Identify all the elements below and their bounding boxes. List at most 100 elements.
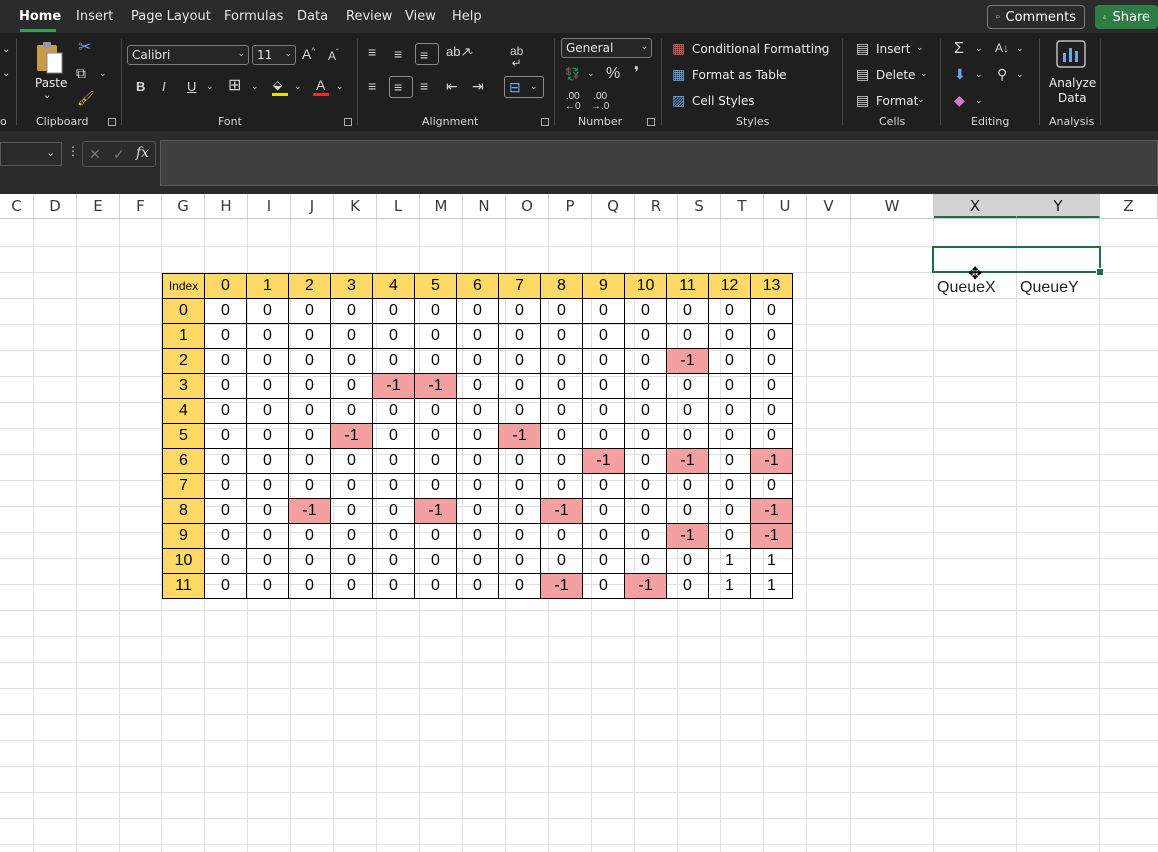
table-cell[interactable]: 0 [414,473,457,499]
number-launcher-icon[interactable] [647,118,655,126]
font-color-icon[interactable]: A [313,78,329,97]
table-cell[interactable]: 0 [540,473,583,499]
table-cell[interactable]: 0 [582,498,625,524]
table-cell[interactable]: 0 [372,398,415,424]
column-header-u[interactable]: U [764,194,807,218]
table-cell[interactable]: 0 [624,423,667,449]
percent-icon[interactable]: % [606,66,620,82]
table-cell[interactable]: 0 [330,348,373,374]
copy-icon[interactable]: ⧉ [76,66,86,80]
table-cell[interactable]: -1 [330,423,373,449]
font-launcher-icon[interactable] [344,118,352,126]
column-header-i[interactable]: I [248,194,291,218]
italic-icon[interactable]: I [162,80,166,93]
decrease-indent-icon[interactable]: ⇤ [446,79,458,93]
chevron-down-icon[interactable]: ⌄ [251,82,259,91]
increase-decimal-icon[interactable]: .00 ←0 [565,92,581,112]
middle-align-icon[interactable]: ≡ [394,47,402,61]
column-header-z[interactable]: Z [1100,194,1158,218]
chevron-down-icon[interactable]: ⌄ [587,69,595,78]
increase-indent-icon[interactable]: ⇥ [472,79,484,93]
table-cell[interactable]: 0 [498,298,541,324]
table-cell[interactable]: 0 [666,423,709,449]
table-cell[interactable]: 0 [582,573,625,599]
table-cell[interactable]: 0 [414,523,457,549]
chevron-down-icon[interactable]: ⌄ [1016,44,1024,53]
table-cell[interactable]: 0 [414,573,457,599]
row-index-cell[interactable]: 8 [162,498,205,524]
format-cells-button[interactable]: ▤ Format ⌄ [856,92,928,110]
table-cell[interactable]: 0 [246,573,289,599]
table-cell[interactable]: 0 [414,323,457,349]
table-cell[interactable]: -1 [540,498,583,524]
column-header-y[interactable]: Y [1017,194,1100,218]
tab-help[interactable]: Help [452,9,482,24]
table-cell[interactable]: 0 [498,548,541,574]
column-header-p[interactable]: P [549,194,592,218]
table-cell[interactable]: 0 [498,373,541,399]
column-header-g[interactable]: G [162,194,205,218]
table-cell[interactable]: 0 [330,573,373,599]
chevron-down-icon[interactable]: ⌄ [975,96,983,105]
table-cell[interactable]: 0 [456,298,499,324]
table-cell[interactable]: -1 [666,448,709,474]
table-cell[interactable]: 0 [708,423,751,449]
insert-cells-button[interactable]: ▤ Insert ⌄ [856,40,926,58]
sort-filter-icon[interactable]: A↓ [995,42,1009,54]
queue-x-cell[interactable]: QueueX [937,279,996,297]
column-header-r[interactable]: R [635,194,678,218]
index-header-cell[interactable]: Index [162,273,205,299]
table-cell[interactable]: 0 [540,398,583,424]
table-cell[interactable]: -1 [750,523,793,549]
table-cell[interactable]: -1 [288,498,331,524]
column-index-cell[interactable]: 10 [624,273,667,299]
chevron-down-icon[interactable]: ⌄ [975,70,983,79]
table-cell[interactable]: 0 [372,448,415,474]
table-cell[interactable]: 0 [372,523,415,549]
chevron-down-icon[interactable]: ⌄ [294,82,302,91]
table-cell[interactable]: -1 [414,373,457,399]
table-cell[interactable]: 0 [540,548,583,574]
clear-icon[interactable]: ◆ [954,93,965,107]
conditional-formatting-button[interactable]: ▦ Conditional Formatting ⌄ [672,40,832,58]
table-cell[interactable]: 0 [582,548,625,574]
table-cell[interactable]: 0 [708,323,751,349]
column-index-cell[interactable]: 11 [666,273,709,299]
table-cell[interactable]: 0 [330,448,373,474]
more-options-icon[interactable]: ⋮ [67,145,79,157]
cancel-entry-icon[interactable]: ✕ [89,147,101,161]
table-cell[interactable]: 0 [456,548,499,574]
table-cell[interactable]: 0 [246,323,289,349]
table-cell[interactable]: 0 [372,573,415,599]
table-cell[interactable]: -1 [666,348,709,374]
insert-function-icon[interactable]: fx [136,146,149,160]
chevron-down-icon[interactable]: ⌄ [336,82,344,91]
row-index-cell[interactable]: 5 [162,423,205,449]
table-cell[interactable]: 0 [666,573,709,599]
column-header-m[interactable]: M [420,194,463,218]
format-as-table-button[interactable]: ▦ Format as Table ⌄ [672,66,792,84]
column-index-cell[interactable]: 1 [246,273,289,299]
table-cell[interactable]: 0 [540,523,583,549]
table-cell[interactable]: 0 [204,448,247,474]
table-cell[interactable]: 0 [456,573,499,599]
table-cell[interactable]: 0 [414,548,457,574]
comma-style-icon[interactable]: ❜ [634,66,639,82]
chevron-down-icon[interactable]: ⌄ [467,47,475,56]
table-cell[interactable]: 0 [414,398,457,424]
row-index-cell[interactable]: 11 [162,573,205,599]
table-cell[interactable]: 0 [204,398,247,424]
table-cell[interactable]: 0 [624,448,667,474]
table-cell[interactable]: 0 [288,298,331,324]
table-cell[interactable]: 0 [540,448,583,474]
paste-button[interactable]: Paste ⌄ [32,39,67,105]
table-cell[interactable]: 0 [372,548,415,574]
table-cell[interactable]: 0 [666,398,709,424]
fill-handle[interactable] [1096,268,1104,276]
decrease-font-size-icon[interactable]: Aˇ [328,49,339,63]
table-cell[interactable]: 0 [540,323,583,349]
column-header-k[interactable]: K [334,194,377,218]
table-cell[interactable]: 0 [666,473,709,499]
column-index-cell[interactable]: 2 [288,273,331,299]
table-cell[interactable]: -1 [750,498,793,524]
